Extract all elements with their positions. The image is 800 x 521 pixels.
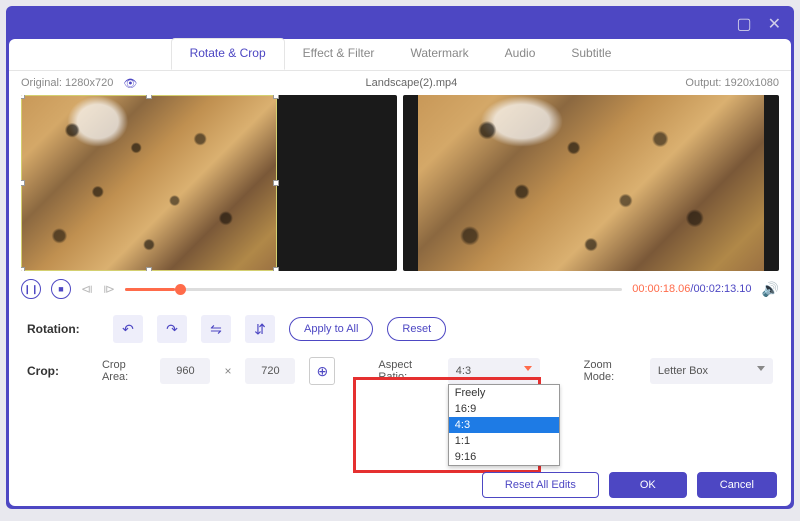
crop-handle-br[interactable] [273,267,279,271]
preview-output [403,95,779,271]
seek-thumb[interactable] [175,284,186,295]
app-window: ▢ ✕ Rotate & Crop Effect & Filter Waterm… [6,6,794,509]
crop-handle-tr[interactable] [273,95,279,99]
aspect-ratio-label: Aspect Ratio: [378,359,433,383]
preview-original[interactable] [21,95,397,271]
chevron-down-icon [524,366,532,371]
tab-subtitle[interactable]: Subtitle [553,39,629,70]
editor-panel: Rotate & Crop Effect & Filter Watermark … [9,39,791,506]
aspect-ratio-dropdown: Freely 16:9 4:3 1:1 9:16 [448,384,560,466]
info-bar: Original: 1280x720 👁 Landscape(2).mp4 Ou… [9,71,791,95]
crop-handle-tm[interactable] [146,95,152,99]
aspect-option-9-16[interactable]: 9:16 [449,449,559,465]
crop-box[interactable] [21,95,277,271]
zoom-mode-select[interactable]: Letter Box [650,358,773,384]
prev-frame-icon[interactable]: ⧏ [81,282,93,296]
footer-buttons: Reset All Edits OK Cancel [482,472,777,498]
aspect-option-4-3[interactable]: 4:3 [449,417,559,433]
rotate-left-button[interactable]: ↶ [113,315,143,343]
crop-handle-bl[interactable] [21,267,25,271]
volume-icon[interactable]: 🔊 [762,281,779,298]
stop-button[interactable]: ■ [51,279,71,299]
zoom-mode-value: Letter Box [658,365,708,377]
rotation-label: Rotation: [27,322,99,336]
crop-row: Crop: Crop Area: × ⊕ Aspect Ratio: 4:3 F… [27,357,773,385]
seek-progress [125,288,175,291]
reset-button[interactable]: Reset [387,317,446,341]
aspect-option-1-1[interactable]: 1:1 [449,433,559,449]
titlebar: ▢ ✕ [9,9,791,39]
chevron-down-icon [757,366,765,371]
flip-vertical-button[interactable]: ⇵ [245,315,275,343]
tab-watermark[interactable]: Watermark [392,39,486,70]
crop-handle-mr[interactable] [273,180,279,186]
aspect-option-freely[interactable]: Freely [449,385,559,401]
reset-all-button[interactable]: Reset All Edits [482,472,599,498]
close-icon[interactable]: ✕ [768,14,781,34]
rotation-row: Rotation: ↶ ↷ ⇋ ⇵ Apply to All Reset [27,315,773,343]
ok-button[interactable]: OK [609,472,687,498]
pause-button[interactable]: ❙❙ [21,279,41,299]
crop-height-input[interactable] [245,358,295,384]
crop-handle-tl[interactable] [21,95,25,99]
center-crop-button[interactable]: ⊕ [309,357,335,385]
crop-handle-ml[interactable] [21,180,25,186]
filename-label: Landscape(2).mp4 [137,77,685,89]
crop-label: Crop: [27,364,88,378]
maximize-icon[interactable]: ▢ [736,14,751,34]
preview-row [9,95,791,271]
zoom-mode-label: Zoom Mode: [584,359,636,383]
apply-all-button[interactable]: Apply to All [289,317,373,341]
crop-area-label: Crop Area: [102,359,147,383]
player-bar: ❙❙ ■ ⧏ ⧐ 00:00:18.06/00:02:13.10 🔊 [9,271,791,307]
eye-icon[interactable]: 👁 [123,77,137,90]
video-frame-output [418,95,764,271]
output-label: Output: 1920x1080 [685,77,779,89]
aspect-ratio-value: 4:3 [456,365,471,377]
next-frame-icon[interactable]: ⧐ [103,282,115,296]
controls-area: Rotation: ↶ ↷ ⇋ ⇵ Apply to All Reset Cro… [9,307,791,407]
seek-track[interactable] [125,288,622,291]
tab-effect-filter[interactable]: Effect & Filter [285,39,393,70]
tab-audio[interactable]: Audio [487,39,554,70]
aspect-ratio-select[interactable]: 4:3 Freely 16:9 4:3 1:1 9:16 [448,358,541,384]
crop-handle-bm[interactable] [146,267,152,271]
flip-horizontal-button[interactable]: ⇋ [201,315,231,343]
time-display: 00:00:18.06/00:02:13.10 [632,283,751,295]
aspect-option-16-9[interactable]: 16:9 [449,401,559,417]
tab-bar: Rotate & Crop Effect & Filter Watermark … [9,39,791,71]
multiply-icon: × [224,364,231,378]
tab-rotate-crop[interactable]: Rotate & Crop [171,38,285,70]
crop-width-input[interactable] [160,358,210,384]
original-label: Original: 1280x720 [21,77,113,89]
rotate-right-button[interactable]: ↷ [157,315,187,343]
cancel-button[interactable]: Cancel [697,472,777,498]
